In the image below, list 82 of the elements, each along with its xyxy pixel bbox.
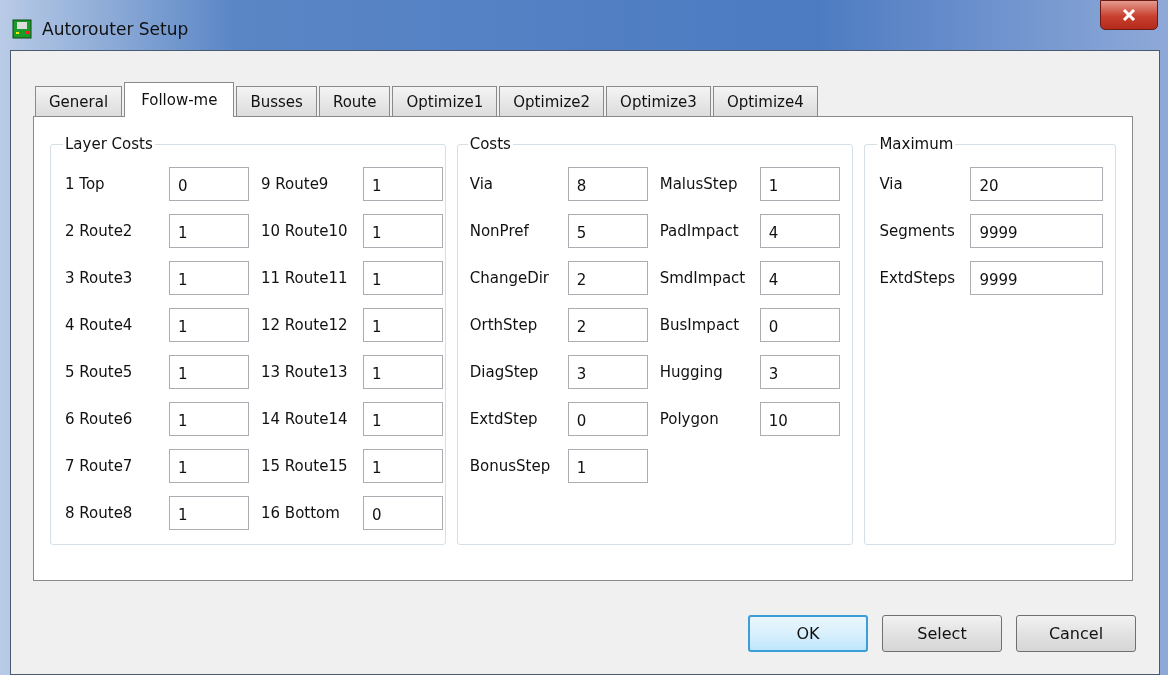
input-field[interactable]: 3 [567, 355, 648, 389]
field-label: ExtdSteps [879, 269, 956, 287]
input-field[interactable]: 1 [169, 308, 249, 342]
input-field[interactable]: 0 [363, 496, 443, 530]
input-field[interactable]: 1 [169, 449, 249, 483]
field-label: ExtdStep [469, 410, 538, 428]
field-label: 15 Route15 [261, 457, 348, 475]
circuit-board-icon [12, 19, 32, 39]
field-label: DiagStep [469, 363, 539, 381]
field-label: 3 Route3 [65, 269, 133, 287]
input-field[interactable]: 5 [567, 214, 648, 248]
input-field[interactable]: 9999 [970, 261, 1104, 295]
field-label: 2 Route2 [65, 222, 133, 240]
field-label: 8 Route8 [65, 504, 133, 522]
field-label: Via [879, 175, 903, 193]
input-field[interactable]: 0 [759, 308, 840, 342]
input-field[interactable]: 4 [759, 214, 840, 248]
group-title: Costs [468, 135, 512, 153]
input-field[interactable]: 2 [567, 261, 648, 295]
input-field[interactable]: 2 [567, 308, 648, 342]
input-field[interactable]: 1 [169, 355, 249, 389]
input-field[interactable]: 1 [169, 496, 249, 530]
input-field[interactable]: 1 [363, 449, 443, 483]
field-label: MalusStep [659, 175, 738, 193]
tab[interactable]: Optimize2 [499, 86, 605, 116]
input-field[interactable]: 1 [363, 261, 443, 295]
close-icon [1122, 9, 1136, 21]
input-field[interactable]: 1 [169, 402, 249, 436]
tab[interactable]: Route [318, 86, 391, 116]
field-label: Hugging [659, 363, 723, 381]
input-field[interactable]: 1 [363, 402, 443, 436]
input-field[interactable]: 0 [567, 402, 648, 436]
input-field[interactable]: 9999 [970, 214, 1104, 248]
tab[interactable]: Optimize1 [392, 86, 498, 116]
tab[interactable]: Optimize4 [712, 86, 818, 116]
input-field[interactable]: 0 [169, 167, 249, 201]
group-title: Maximum [878, 135, 955, 153]
tab[interactable]: Optimize3 [606, 86, 711, 116]
input-field[interactable]: 1 [169, 261, 249, 295]
field-label: 7 Route7 [65, 457, 133, 475]
input-field[interactable]: 1 [363, 167, 443, 201]
field-label: Via [469, 175, 493, 193]
field-label: 1 Top [65, 175, 105, 193]
field-label: 9 Route9 [261, 175, 329, 193]
input-field[interactable]: 8 [567, 167, 648, 201]
input-field[interactable]: 1 [363, 308, 443, 342]
field-label: 13 Route13 [261, 363, 348, 381]
field-label: Segments [879, 222, 955, 240]
input-field[interactable]: 1 [759, 167, 840, 201]
field-label: PadImpact [659, 222, 739, 240]
input-field[interactable]: 1 [567, 449, 648, 483]
field-label: 6 Route6 [65, 410, 133, 428]
input-field[interactable]: 10 [759, 402, 840, 436]
field-label: 14 Route14 [261, 410, 348, 428]
field-label: BonusStep [469, 457, 551, 475]
dialog-button[interactable]: Select [882, 615, 1002, 652]
dialog-button[interactable]: OK [748, 615, 868, 652]
field-label: 10 Route10 [261, 222, 348, 240]
field-label: ChangeDir [469, 269, 550, 287]
field-label: 11 Route11 [261, 269, 348, 287]
close-button[interactable] [1100, 0, 1158, 30]
input-field[interactable]: 4 [759, 261, 840, 295]
field-label: 12 Route12 [261, 316, 348, 334]
input-field[interactable]: 1 [363, 214, 443, 248]
field-label: SmdImpact [659, 269, 746, 287]
field-label: BusImpact [659, 316, 740, 334]
tab[interactable]: General [35, 86, 123, 116]
group-title: Layer Costs [64, 135, 154, 153]
tab[interactable]: Follow-me [124, 82, 235, 117]
field-label: 5 Route5 [65, 363, 133, 381]
field-label: OrthStep [469, 316, 538, 334]
tab[interactable]: Busses [236, 86, 317, 116]
dialog-button[interactable]: Cancel [1016, 615, 1136, 652]
input-field[interactable]: 1 [363, 355, 443, 389]
input-field[interactable]: 3 [759, 355, 840, 389]
window-title: Autorouter Setup [42, 19, 189, 39]
field-label: 16 Bottom [261, 504, 340, 522]
field-label: 4 Route4 [65, 316, 133, 334]
field-label: Polygon [659, 410, 719, 428]
input-field[interactable]: 1 [169, 214, 249, 248]
field-label: NonPref [469, 222, 529, 240]
input-field[interactable]: 20 [970, 167, 1104, 201]
